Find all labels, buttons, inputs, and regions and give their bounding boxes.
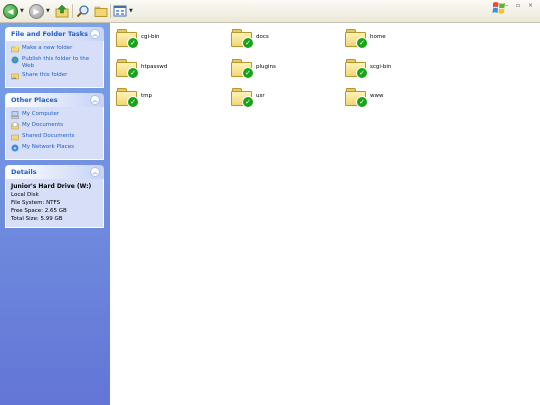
shared-documents-icon	[11, 134, 19, 141]
task-label: Publish this folder to the Web	[22, 56, 90, 69]
place-label: My Network Places	[22, 144, 74, 150]
task-make-new-folder[interactable]: Make a new folder	[11, 45, 98, 53]
back-button[interactable]: ◀ ▼	[3, 3, 24, 19]
folder-item[interactable]: ✓ docs	[231, 28, 269, 49]
globe-icon	[11, 56, 19, 64]
other-places-panel: Other Places ︽ My Computer My Documents	[5, 93, 104, 160]
drive-type: Local Disk	[11, 192, 39, 198]
task-pane: File and Folder Tasks ︽ Make a new folde…	[0, 23, 110, 405]
folder-label: home	[370, 34, 386, 40]
shared-folder-icon: ✓	[116, 87, 139, 108]
toolbar-separator	[110, 4, 111, 18]
up-folder-button[interactable]	[55, 3, 69, 19]
chevron-down-icon: ▼	[20, 8, 24, 14]
place-label: My Computer	[22, 111, 60, 117]
collapse-chevron-icon[interactable]: ︽	[90, 95, 100, 105]
task-share-folder[interactable]: Share this folder	[11, 72, 98, 80]
folder-label: docs	[256, 34, 269, 40]
shared-folder-icon: ✓	[231, 58, 254, 79]
panel-body: Make a new folder Publish this folder to…	[5, 41, 104, 88]
folder-label: htpasswd	[141, 64, 168, 70]
folder-item[interactable]: ✓ cgi-bin	[116, 28, 160, 49]
shared-folder-icon: ✓	[231, 28, 254, 49]
place-my-network-places[interactable]: My Network Places	[11, 144, 98, 152]
forward-button[interactable]: ▶ ▼	[29, 3, 50, 19]
other-places-header[interactable]: Other Places ︽	[5, 93, 104, 107]
chevron-down-icon: ▼	[129, 8, 133, 14]
panel-title: Details	[11, 168, 37, 176]
file-folder-tasks-panel: File and Folder Tasks ︽ Make a new folde…	[5, 27, 104, 88]
folder-view[interactable]: ✓ cgi-bin ✓ docs ✓ home ✓ htpasswd ✓ plu…	[110, 23, 540, 405]
task-label: Make a new folder	[22, 45, 73, 51]
back-icon: ◀	[3, 3, 18, 19]
free-space: Free Space: 2.65 GB	[11, 208, 67, 214]
collapse-chevron-icon[interactable]: ︽	[90, 29, 100, 39]
my-documents-icon	[11, 122, 19, 130]
shared-folder-icon: ✓	[345, 87, 368, 108]
my-computer-icon	[11, 111, 19, 119]
folders-button[interactable]	[94, 3, 108, 19]
folder-item[interactable]: ✓ www	[345, 87, 384, 108]
place-shared-documents[interactable]: Shared Documents	[11, 133, 98, 141]
views-button[interactable]: ▼	[113, 3, 133, 19]
collapse-chevron-icon[interactable]: ︽	[90, 167, 100, 177]
folder-label: scgi-bin	[370, 64, 392, 70]
new-folder-icon	[11, 45, 19, 53]
place-label: My Documents	[22, 122, 64, 128]
folder-item[interactable]: ✓ scgi-bin	[345, 58, 392, 79]
windows-logo-icon	[492, 2, 505, 14]
forward-icon: ▶	[29, 3, 44, 19]
file-system: File System: NTFS	[11, 200, 61, 206]
shared-folder-icon: ✓	[345, 28, 368, 49]
shared-folder-icon: ✓	[231, 87, 254, 108]
folder-label: usr	[256, 93, 265, 99]
chevron-down-icon: ▼	[46, 8, 50, 14]
details-panel: Details ︽ Junior's Hard Drive (W:) Local…	[5, 165, 104, 228]
folder-label: www	[370, 93, 384, 99]
window-controls[interactable]: – ▫ ×	[505, 2, 536, 9]
folder-item[interactable]: ✓ tmp	[116, 87, 153, 108]
folder-label: cgi-bin	[141, 34, 160, 40]
up-folder-icon	[55, 4, 69, 18]
shared-folder-icon: ✓	[116, 58, 139, 79]
folder-item[interactable]: ✓ usr	[231, 87, 265, 108]
details-header[interactable]: Details ︽	[5, 165, 104, 179]
drive-name: Junior's Hard Drive (W:)	[11, 183, 92, 190]
panel-title: Other Places	[11, 96, 58, 104]
views-icon	[113, 5, 127, 17]
shared-folder-icon: ✓	[116, 28, 139, 49]
total-size: Total Size: 5.99 GB	[11, 216, 63, 222]
folder-item[interactable]: ✓ htpasswd	[116, 58, 168, 79]
search-icon	[76, 5, 89, 18]
folder-label: tmp	[141, 93, 153, 99]
folders-icon	[94, 6, 108, 17]
search-button[interactable]	[76, 3, 90, 19]
share-folder-icon	[11, 73, 19, 80]
place-label: Shared Documents	[22, 133, 75, 139]
panel-body: Junior's Hard Drive (W:) Local Disk File…	[5, 179, 104, 228]
panel-title: File and Folder Tasks	[11, 30, 88, 38]
toolbar: ◀ ▼ ▶ ▼ ▼ – ▫ ×	[0, 0, 540, 23]
task-publish-folder[interactable]: Publish this folder to the Web	[11, 56, 98, 69]
file-folder-tasks-header[interactable]: File and Folder Tasks ︽	[5, 27, 104, 41]
folder-item[interactable]: ✓ plugins	[231, 58, 276, 79]
place-my-documents[interactable]: My Documents	[11, 122, 98, 130]
network-places-icon	[11, 144, 19, 152]
toolbar-separator	[72, 4, 73, 18]
panel-body: My Computer My Documents Shared Document…	[5, 107, 104, 160]
shared-folder-icon: ✓	[345, 58, 368, 79]
folder-item[interactable]: ✓ home	[345, 28, 386, 49]
place-my-computer[interactable]: My Computer	[11, 111, 98, 119]
task-label: Share this folder	[22, 72, 68, 78]
folder-label: plugins	[256, 64, 276, 70]
